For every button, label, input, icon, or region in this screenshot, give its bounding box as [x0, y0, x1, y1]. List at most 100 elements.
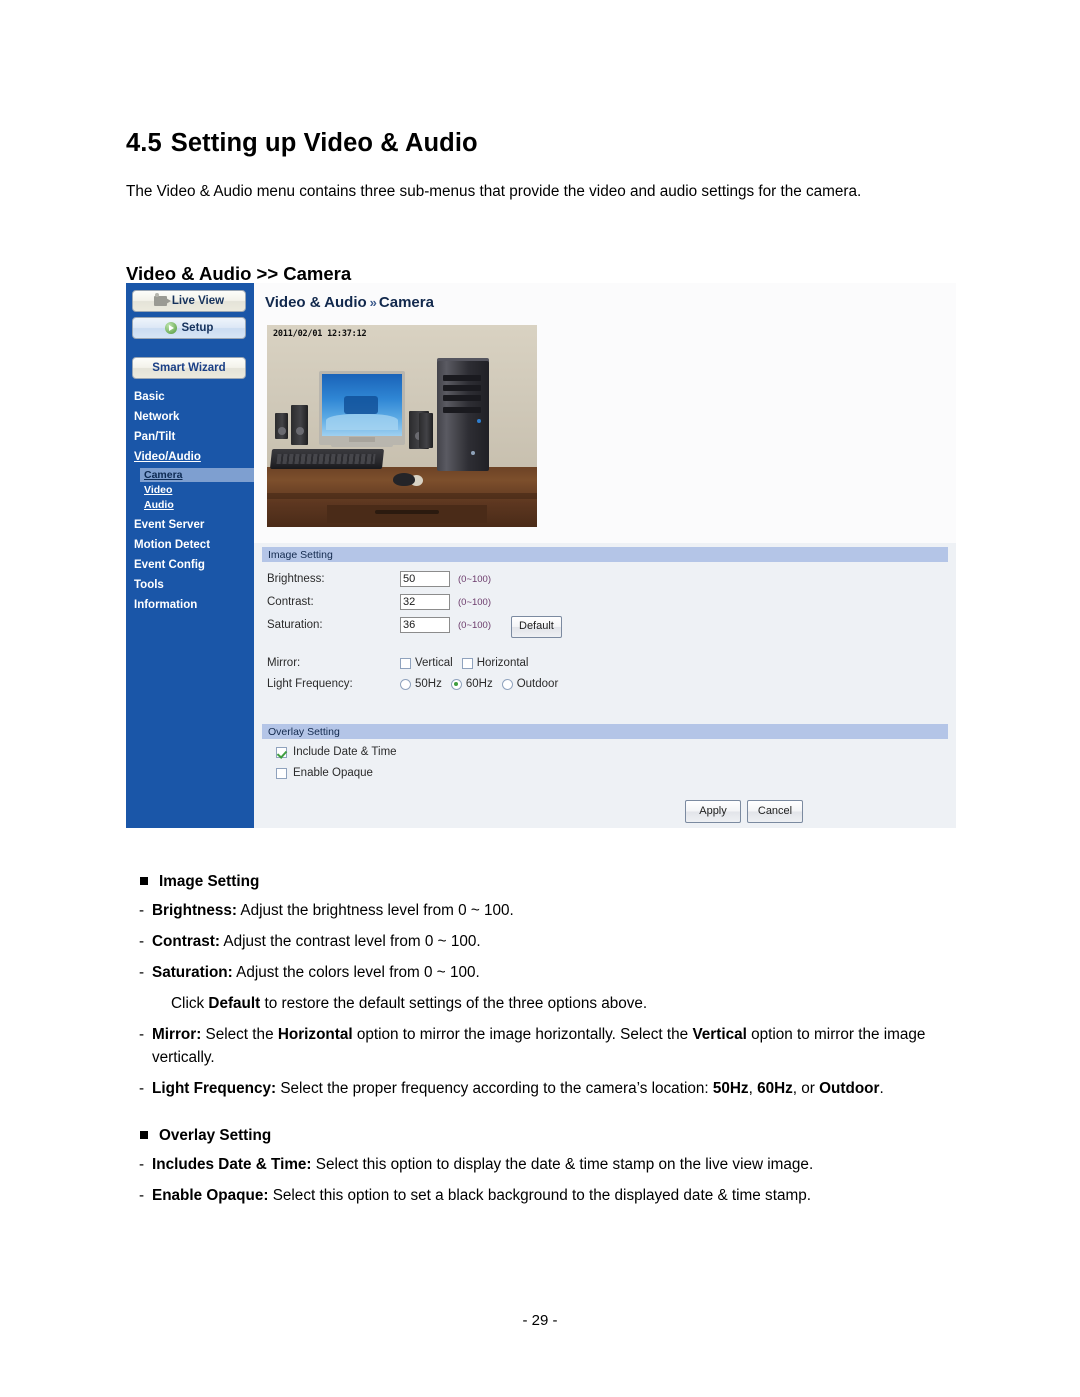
enable-opaque-option[interactable]: Enable Opaque	[276, 767, 373, 779]
mirror-vertical-label: Vertical	[415, 657, 453, 669]
live-preview-image: 2011/02/01 12:37:12	[267, 325, 537, 527]
bullet-square-icon	[140, 877, 148, 885]
sidebar-item-tools[interactable]: Tools	[134, 579, 164, 591]
mirror-vertical-checkbox[interactable]	[400, 657, 411, 669]
saturation-range-hint: (0~100)	[458, 619, 492, 631]
saturation-label: Saturation:	[267, 619, 323, 631]
preview-monitor-screen	[322, 374, 402, 436]
bullet-saturation-text: Adjust the colors level from 0 ~ 100.	[232, 964, 480, 981]
bullet-contrast-text: Adjust the contrast level from 0 ~ 100.	[220, 933, 481, 950]
image-setting-heading: Image Setting	[140, 870, 259, 894]
bullet-square-icon	[140, 1131, 148, 1139]
light-frequency-radio-outdoor[interactable]	[501, 678, 513, 690]
light-frequency-option-60hz[interactable]: 60Hz	[450, 678, 493, 690]
bullet-light-frequency: - Light Frequency: Select the proper freq…	[139, 1077, 952, 1100]
bullet-saturation-term: Saturation:	[152, 964, 233, 981]
section-number: 4.5	[126, 129, 162, 158]
sidebar-item-event-config[interactable]: Event Config	[134, 559, 205, 571]
bullet-mirror: - Mirror: Select the Horizontal option to…	[139, 1023, 952, 1069]
enable-opaque-label: Enable Opaque	[293, 767, 373, 779]
contrast-label: Contrast:	[267, 596, 314, 608]
breadcrumb: Video & Audio» Camera	[265, 294, 434, 311]
breadcrumb-root: Video & Audio	[265, 294, 367, 311]
saturation-row: Saturation: 36 (0~100)	[267, 616, 491, 634]
bullet-light-bold-60hz: 60Hz	[757, 1080, 793, 1097]
preview-computer-tower	[437, 361, 489, 471]
light-frequency-label-60hz: 60Hz	[465, 678, 493, 690]
light-frequency-radio-60hz[interactable]	[450, 678, 462, 690]
bullet-mirror-text-1: Select the	[201, 1026, 278, 1043]
sidebar-item-network[interactable]: Network	[134, 411, 179, 423]
mirror-horizontal-label: Horizontal	[476, 657, 529, 669]
brightness-label: Brightness:	[267, 573, 325, 585]
contrast-input[interactable]: 32	[400, 594, 450, 610]
bullet-light-text-4: .	[879, 1080, 884, 1097]
dash-marker: -	[139, 1187, 145, 1204]
setup-play-icon	[164, 322, 177, 334]
setup-button[interactable]: Setup	[132, 317, 246, 339]
default-button[interactable]: Default	[511, 616, 562, 638]
preview-monitor-base	[331, 442, 393, 447]
breadcrumb-current: Camera	[378, 294, 434, 311]
sidebar-item-motion-detect[interactable]: Motion Detect	[134, 539, 210, 551]
bullet-include-date-time: - Includes Date & Time: Select this optio…	[139, 1153, 952, 1176]
bullet-brightness-text: Adjust the brightness level from 0 ~ 100…	[237, 902, 514, 919]
live-view-button[interactable]: Live View	[132, 290, 246, 312]
light-frequency-radio-50hz[interactable]	[400, 678, 411, 690]
preview-desk-edge	[267, 493, 537, 499]
sidebar: Live View Setup Smart Wizard Basic Netwo…	[126, 283, 254, 828]
page-title: 4.5 Setting up Video & Audio	[126, 129, 478, 158]
bullet-brightness-term: Brightness:	[152, 902, 237, 919]
preview-monitor	[319, 371, 405, 447]
dash-marker: -	[139, 1026, 145, 1043]
bullet-contrast: - Contrast: Adjust the contrast level fro…	[139, 930, 952, 953]
enable-opaque-checkbox[interactable]	[276, 767, 287, 779]
dash-marker: -	[139, 964, 145, 981]
setup-label: Setup	[181, 322, 214, 334]
overlay-setting-section-header: Overlay Setting	[262, 724, 948, 739]
sidebar-item-pan-tilt[interactable]: Pan/Tilt	[134, 431, 175, 443]
sidebar-subitem-camera[interactable]: Camera	[140, 468, 254, 482]
light-frequency-label: Light Frequency:	[267, 678, 353, 690]
camera-ui-screenshot: Live View Setup Smart Wizard Basic Netwo…	[126, 283, 956, 828]
smart-wizard-label: Smart Wizard	[152, 362, 226, 374]
mirror-horizontal-option[interactable]: Horizontal	[461, 657, 529, 669]
image-setting-heading-label: Image Setting	[159, 873, 260, 890]
default-note-bold: Default	[208, 995, 261, 1012]
contrast-row: Contrast: 32 (0~100)	[267, 593, 491, 611]
sidebar-item-basic[interactable]: Basic	[134, 391, 165, 403]
page-number: - 29 -	[522, 1312, 558, 1329]
brightness-input[interactable]: 50	[400, 571, 450, 587]
bullet-mirror-text-2: option to mirror the image horizontally.…	[352, 1026, 693, 1043]
sidebar-item-video-audio[interactable]: Video/Audio	[134, 451, 201, 463]
dash-marker: -	[139, 902, 145, 919]
sidebar-item-information[interactable]: Information	[134, 599, 197, 611]
intro-paragraph: The Video & Audio menu contains three su…	[126, 183, 862, 201]
smart-wizard-button[interactable]: Smart Wizard	[132, 357, 246, 379]
include-date-time-option[interactable]: Include Date & Time	[276, 746, 397, 758]
bullet-include-term: Includes Date & Time:	[152, 1156, 312, 1173]
apply-button[interactable]: Apply	[685, 800, 741, 823]
bullet-enable-opaque: - Enable Opaque: Select this option to se…	[139, 1184, 952, 1207]
sidebar-subitem-video[interactable]: Video	[144, 484, 172, 496]
sidebar-subitem-audio[interactable]: Audio	[144, 499, 174, 511]
camcorder-icon	[153, 293, 171, 306]
cancel-button[interactable]: Cancel	[747, 800, 803, 823]
light-frequency-label-outdoor: Outdoor	[516, 678, 559, 690]
light-frequency-option-outdoor[interactable]: Outdoor	[501, 678, 559, 690]
sidebar-item-event-server[interactable]: Event Server	[134, 519, 204, 531]
contrast-range-hint: (0~100)	[458, 596, 492, 608]
include-date-time-checkbox[interactable]	[276, 746, 287, 758]
saturation-input[interactable]: 36	[400, 617, 450, 633]
mirror-vertical-option[interactable]: Vertical	[400, 657, 453, 669]
bullet-opaque-term: Enable Opaque:	[152, 1187, 269, 1204]
light-frequency-row: Light Frequency: 50Hz 60Hz Outdoor	[267, 675, 567, 693]
preview-speaker-left-small	[275, 413, 288, 439]
brightness-range-hint: (0~100)	[458, 573, 492, 585]
bullet-mirror-bold-1: Horizontal	[277, 1026, 353, 1043]
mirror-horizontal-checkbox[interactable]	[461, 657, 473, 669]
light-frequency-option-50hz[interactable]: 50Hz	[400, 678, 442, 690]
preview-speaker-right-small	[419, 413, 433, 448]
bullet-light-text-3: , or	[792, 1080, 820, 1097]
bullet-light-text-1: Select the proper frequency according to…	[276, 1080, 713, 1097]
